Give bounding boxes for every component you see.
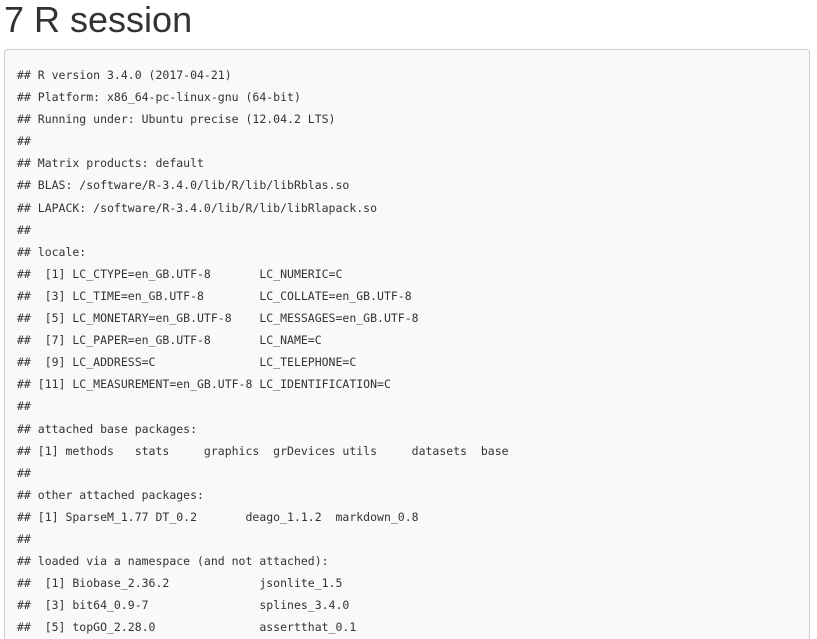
code-line: ## [9] LC_ADDRESS=C LC_TELEPHONE=C [17, 355, 357, 370]
code-line: ## [1] methods stats graphics grDevices … [17, 443, 509, 458]
code-line: ## [3] LC_TIME=en_GB.UTF-8 LC_COLLATE=en… [17, 288, 412, 303]
code-line: ## Running under: Ubuntu precise (12.04.… [17, 112, 336, 127]
code-line: ## attached base packages: [17, 421, 198, 436]
code-line: ## [5] LC_MONETARY=en_GB.UTF-8 LC_MESSAG… [17, 311, 419, 326]
code-line: ## BLAS: /software/R-3.4.0/lib/R/lib/lib… [17, 178, 350, 193]
code-line: ## Platform: x86_64-pc-linux-gnu (64-bit… [17, 90, 301, 105]
code-line: ## loaded via a namespace (and not attac… [17, 554, 329, 569]
code-line: ## LAPACK: /software/R-3.4.0/lib/R/lib/l… [17, 200, 378, 215]
code-line: ## [1] SparseM_1.77 DT_0.2 deago_1.1.2 m… [17, 509, 419, 524]
code-line: ## Matrix products: default [17, 156, 204, 171]
code-line: ## [1] LC_CTYPE=en_GB.UTF-8 LC_NUMERIC=C [17, 266, 343, 281]
page-title: 7 R session [4, 0, 193, 40]
code-line: ## [7] LC_PAPER=en_GB.UTF-8 LC_NAME=C [17, 333, 322, 348]
code-line: ## [11] LC_MEASUREMENT=en_GB.UTF-8 LC_ID… [17, 377, 391, 392]
code-line: ## [17, 465, 31, 480]
code-line: ## [17, 134, 31, 149]
code-line: ## [17, 399, 31, 414]
code-line: ## [3] bit64_0.9-7 splines_3.4.0 [17, 598, 350, 613]
code-line: ## other attached packages: [17, 487, 204, 502]
session-info-code-block: ## R version 3.4.0 (2017-04-21) ## Platf… [4, 49, 810, 639]
code-line: ## locale: [17, 244, 87, 259]
code-line: ## R version 3.4.0 (2017-04-21) [17, 68, 232, 82]
code-line: ## [17, 222, 31, 237]
code-line: ## [1] Biobase_2.36.2 jsonlite_1.5 [17, 576, 343, 591]
code-line: ## [5] topGO_2.28.0 assertthat_0.1 [17, 620, 357, 635]
code-line: ## [17, 531, 31, 546]
